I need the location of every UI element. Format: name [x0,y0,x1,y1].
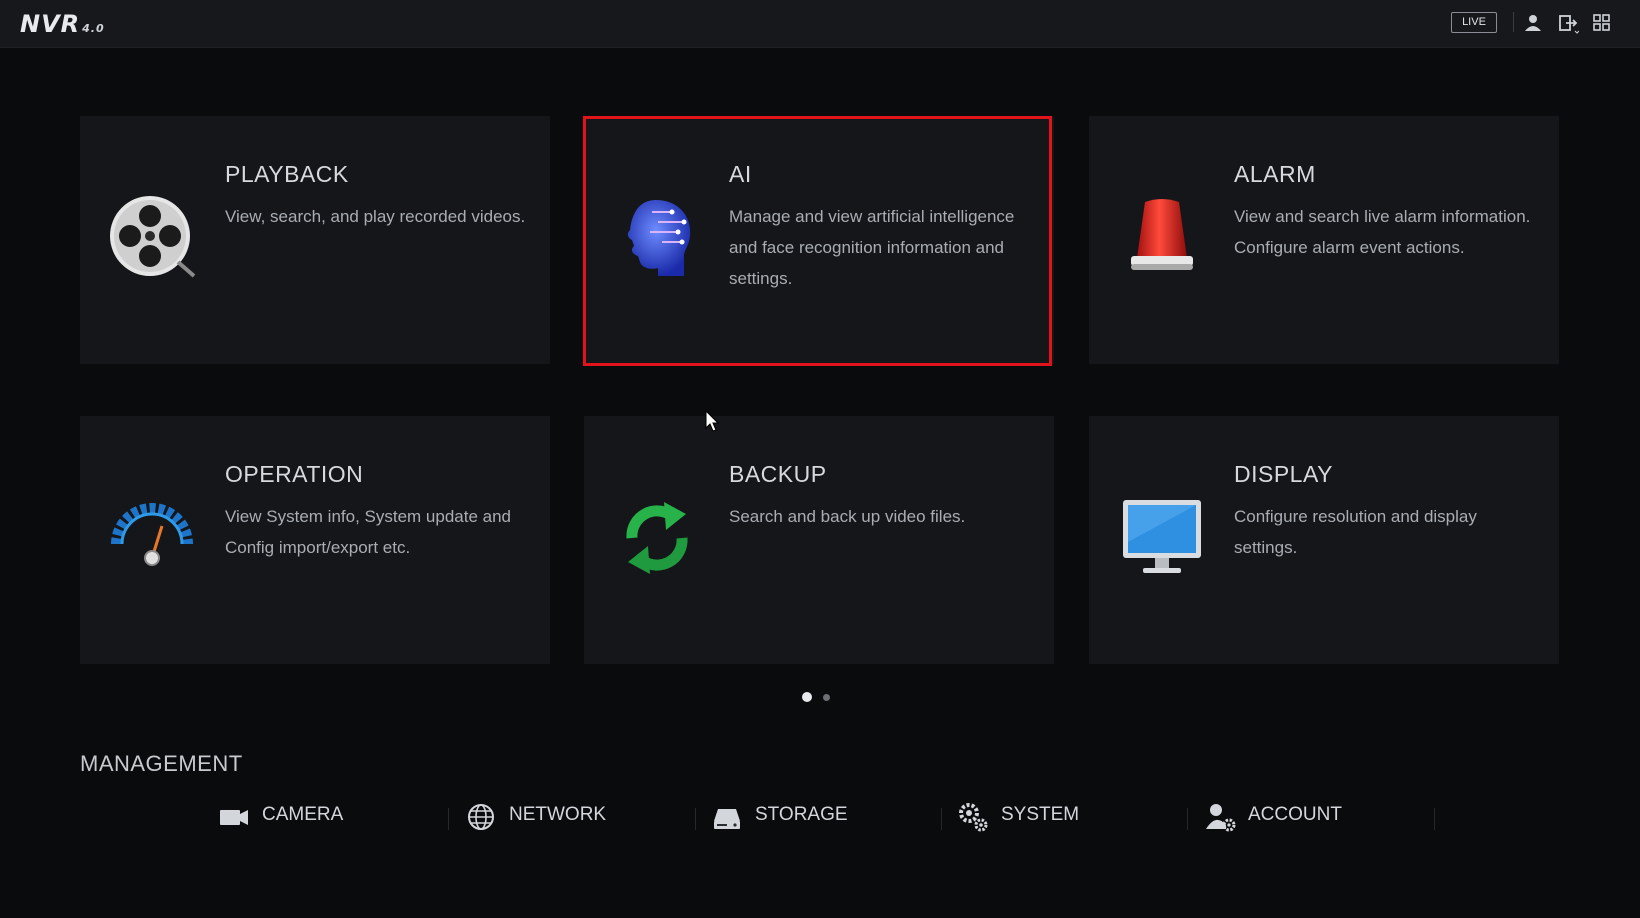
tile-description: Configure resolution and display setting… [1234,507,1477,557]
management-label: ACCOUNT [1248,804,1342,825]
user-gear-icon [1206,804,1236,832]
tile-operation[interactable]: OPERATION View System info, System updat… [80,416,550,664]
management-system[interactable]: SYSTEM [957,795,1107,835]
tile-alarm[interactable]: ALARM View and search live alarm informa… [1089,116,1559,364]
management-divider [1187,808,1188,830]
tile-playback[interactable]: PLAYBACK View, search, and play recorded… [80,116,550,364]
mouse-cursor-icon [705,410,720,432]
tile-title: OPERATION [225,461,364,487]
network-globe-icon [468,804,494,830]
camera-icon [220,810,248,825]
management-divider [1434,808,1435,830]
logout-icon[interactable] [1557,12,1579,34]
nvr-logo: NVR 4.0 [20,10,105,38]
tile-title: BACKUP [729,461,827,487]
management-divider [448,808,449,830]
tile-description: View and search live alarm information. … [1234,207,1531,257]
management-title: MANAGEMENT [80,751,243,776]
gears-icon [959,803,988,832]
management-divider [941,808,942,830]
management-label: CAMERA [262,804,344,825]
tile-description: View System info, System update and Conf… [225,507,512,557]
top-bar-divider [1513,12,1514,32]
grid-icon[interactable] [1591,12,1613,34]
tile-description: View, search, and play recorded videos. [225,207,526,226]
tile-title: ALARM [1234,161,1316,187]
management-divider [695,808,696,830]
page-dot[interactable] [823,694,830,701]
management-network[interactable]: NETWORK [465,795,615,835]
tile-description: Search and back up video files. [729,507,966,526]
film-reel-icon [110,196,196,278]
sync-arrows-icon [626,502,688,574]
logo-text: NVR [20,10,81,38]
management-camera[interactable]: CAMERA [218,795,358,835]
page-dot-active[interactable] [802,692,812,702]
tile-title: DISPLAY [1234,461,1333,487]
user-icon[interactable] [1522,12,1544,34]
gauge-icon [111,503,193,566]
top-bar: NVR 4.0 LIVE [0,0,1640,48]
tile-display[interactable]: DISPLAY Configure resolution and display… [1089,416,1559,664]
tile-backup[interactable]: BACKUP Search and back up video files. [584,416,1054,664]
management-storage[interactable]: STORAGE [711,795,861,835]
hard-drive-icon [714,809,740,829]
management-label: NETWORK [509,804,607,825]
monitor-icon [1123,500,1201,573]
management-label: STORAGE [755,804,848,825]
management-account[interactable]: ACCOUNT [1204,795,1354,835]
management-label: SYSTEM [1001,804,1080,825]
live-button[interactable]: LIVE [1451,12,1497,33]
logo-version: 4.0 [82,22,105,35]
tile-title: PLAYBACK [225,161,349,187]
alarm-light-icon [1131,199,1193,270]
selection-highlight [583,116,1052,366]
